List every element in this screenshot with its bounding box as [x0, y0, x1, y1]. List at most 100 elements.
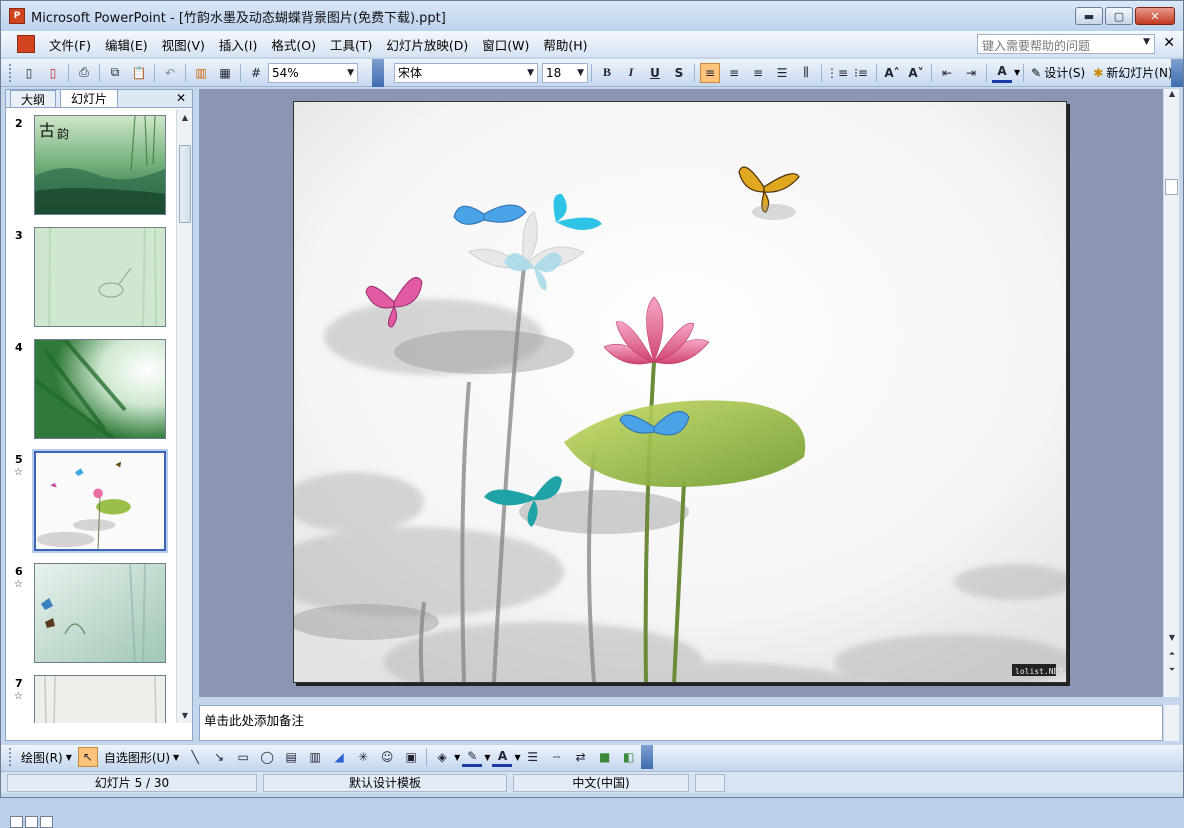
increase-font-icon[interactable]: A˄ — [882, 63, 902, 83]
chevron-down-icon[interactable]: ▼ — [514, 753, 520, 762]
slide-thumb-row[interactable]: 7 ☆ — [6, 675, 176, 723]
slide-thumb-row[interactable]: 3 — [6, 227, 176, 337]
diagram-icon[interactable]: ✳ — [353, 747, 373, 767]
toolbar-overflow[interactable] — [372, 58, 384, 87]
align-center-icon[interactable]: ≡ — [724, 63, 744, 83]
menu-tools[interactable]: 工具(T) — [330, 35, 372, 54]
menu-file[interactable]: 文件(F) — [49, 35, 91, 54]
notes-scrollbar[interactable] — [1163, 705, 1179, 741]
bold-icon[interactable]: B — [597, 63, 617, 83]
undo-icon[interactable]: ↶ — [160, 63, 180, 83]
doc-close-icon[interactable]: ✕ — [1163, 35, 1175, 51]
scrollbar-thumb[interactable] — [179, 145, 191, 223]
slide-thumbnail[interactable] — [34, 339, 166, 439]
thumbnail-scrollbar[interactable]: ▲ ▼ — [176, 109, 192, 723]
numbering-icon[interactable]: ⋮≡ — [826, 63, 848, 83]
document-icon[interactable] — [17, 35, 35, 53]
scroll-up-icon[interactable]: ▲ — [177, 109, 193, 125]
underline-icon[interactable]: U — [645, 63, 665, 83]
menu-help[interactable]: 帮助(H) — [543, 35, 587, 54]
line-icon[interactable]: ╲ — [185, 747, 205, 767]
fill-color-icon[interactable]: ◈ — [432, 747, 452, 767]
line-style-icon[interactable]: ☰ — [523, 747, 543, 767]
decrease-font-icon[interactable]: A˅ — [906, 63, 926, 83]
toolbar-grip[interactable] — [9, 748, 13, 766]
toolbar-overflow[interactable] — [641, 745, 653, 769]
italic-icon[interactable]: I — [621, 63, 641, 83]
grid-icon[interactable]: # — [246, 63, 266, 83]
help-search-input[interactable]: 键入需要帮助的问题 ▼ — [977, 34, 1155, 54]
slide-thumbnail[interactable] — [34, 227, 166, 327]
menu-format[interactable]: 格式(O) — [271, 35, 316, 54]
permission-icon[interactable]: ▯ — [43, 63, 63, 83]
arrow-style-icon[interactable]: ⇄ — [571, 747, 591, 767]
slide-thumbnail-selected[interactable] — [34, 451, 166, 551]
wordart-icon[interactable]: ◢ — [329, 747, 349, 767]
slide-sorter-icon[interactable] — [25, 816, 38, 828]
close-icon[interactable]: ✕ — [176, 91, 186, 105]
dash-style-icon[interactable]: ┄ — [547, 747, 567, 767]
notes-pane[interactable]: 单击此处添加备注 — [199, 705, 1163, 741]
line-color-icon[interactable]: ✎ — [462, 747, 483, 767]
distribute-icon[interactable]: ☰ — [772, 63, 792, 83]
paste-icon[interactable]: 📋 — [129, 63, 149, 83]
chevron-down-icon[interactable]: ▼ — [1014, 68, 1020, 77]
scroll-up-icon[interactable]: ▲ — [1164, 89, 1180, 98]
tab-outline[interactable]: 大纲 — [10, 90, 57, 107]
align-right-icon[interactable]: ≡ — [748, 63, 768, 83]
text-direction-icon[interactable]: ⫼ — [796, 63, 816, 83]
vertical-textbox-icon[interactable]: ▥ — [305, 747, 325, 767]
clipart-icon[interactable]: ☺ — [377, 747, 397, 767]
shadow-style-icon[interactable]: ■ — [595, 747, 615, 767]
design-button[interactable]: ✎ 设计(S) — [1031, 64, 1085, 81]
chevron-down-icon[interactable]: ▼ — [484, 753, 490, 762]
slide-thumbnail[interactable]: 古 韵 — [34, 115, 166, 215]
font-color-icon[interactable]: A — [492, 747, 513, 767]
bullets-icon[interactable]: ⁝≡ — [851, 63, 871, 83]
chevron-down-icon[interactable]: ▼ — [454, 753, 460, 762]
slide-scrollbar[interactable]: ▲ ▼ ⏶ ⏷ — [1163, 89, 1179, 697]
close-button[interactable]: ✕ — [1135, 7, 1175, 25]
shadow-icon[interactable]: S — [669, 63, 689, 83]
chevron-down-icon[interactable]: ▼ — [577, 68, 584, 78]
slide-thumb-row[interactable]: 6 ☆ — [6, 563, 176, 673]
increase-indent-icon[interactable]: ⇥ — [961, 63, 981, 83]
arrow-icon[interactable]: ↘ — [209, 747, 229, 767]
align-left-icon[interactable]: ≡ — [700, 62, 720, 83]
insert-chart-icon[interactable]: ▥ — [191, 63, 211, 83]
textbox-icon[interactable]: ▤ — [281, 747, 301, 767]
slide-thumbnail[interactable] — [34, 563, 166, 663]
draw-menu-button[interactable]: 绘图(R) ▼ — [21, 749, 72, 766]
rectangle-icon[interactable]: ▭ — [233, 747, 253, 767]
slide-thumbnail[interactable] — [34, 675, 166, 723]
3d-style-icon[interactable]: ◧ — [619, 747, 639, 767]
print-icon[interactable]: ⎙ — [74, 63, 94, 83]
menu-view[interactable]: 视图(V) — [162, 35, 205, 54]
new-slide-button[interactable]: ✱ 新幻灯片(N) — [1093, 64, 1172, 81]
scroll-down-icon[interactable]: ▼ — [177, 707, 193, 723]
next-slide-icon[interactable]: ⏷ — [1164, 665, 1180, 675]
oval-icon[interactable]: ◯ — [257, 747, 277, 767]
menu-edit[interactable]: 编辑(E) — [105, 35, 148, 54]
maximize-button[interactable]: ▢ — [1105, 7, 1133, 25]
scroll-down-icon[interactable]: ▼ — [1164, 633, 1180, 642]
previous-slide-icon[interactable]: ⏶ — [1164, 649, 1180, 659]
zoom-select[interactable]: 54% ▼ — [268, 62, 358, 83]
decrease-indent-icon[interactable]: ⇤ — [937, 63, 957, 83]
powerpoint-app-icon[interactable]: P — [9, 8, 25, 24]
chevron-down-icon[interactable]: ▼ — [1143, 37, 1150, 51]
minimize-button[interactable]: ▬ — [1075, 7, 1103, 25]
autoshapes-menu-button[interactable]: 自选图形(U) ▼ — [104, 749, 179, 766]
normal-view-icon[interactable] — [10, 816, 23, 828]
menu-window[interactable]: 窗口(W) — [482, 35, 529, 54]
slide-thumb-row[interactable]: 5 ☆ — [6, 451, 176, 561]
scrollbar-thumb[interactable] — [1165, 179, 1178, 195]
insert-table-icon[interactable]: ▦ — [215, 63, 235, 83]
menu-insert[interactable]: 插入(I) — [219, 35, 257, 54]
slide-canvas[interactable]: lolist.NET — [293, 101, 1067, 683]
select-pointer-icon[interactable]: ↖ — [77, 747, 98, 767]
toolbar-grip[interactable] — [9, 63, 13, 82]
slide-thumb-row[interactable]: 4 — [6, 339, 176, 449]
slideshow-icon[interactable] — [40, 816, 53, 828]
tab-slides[interactable]: 幻灯片 — [60, 89, 119, 107]
